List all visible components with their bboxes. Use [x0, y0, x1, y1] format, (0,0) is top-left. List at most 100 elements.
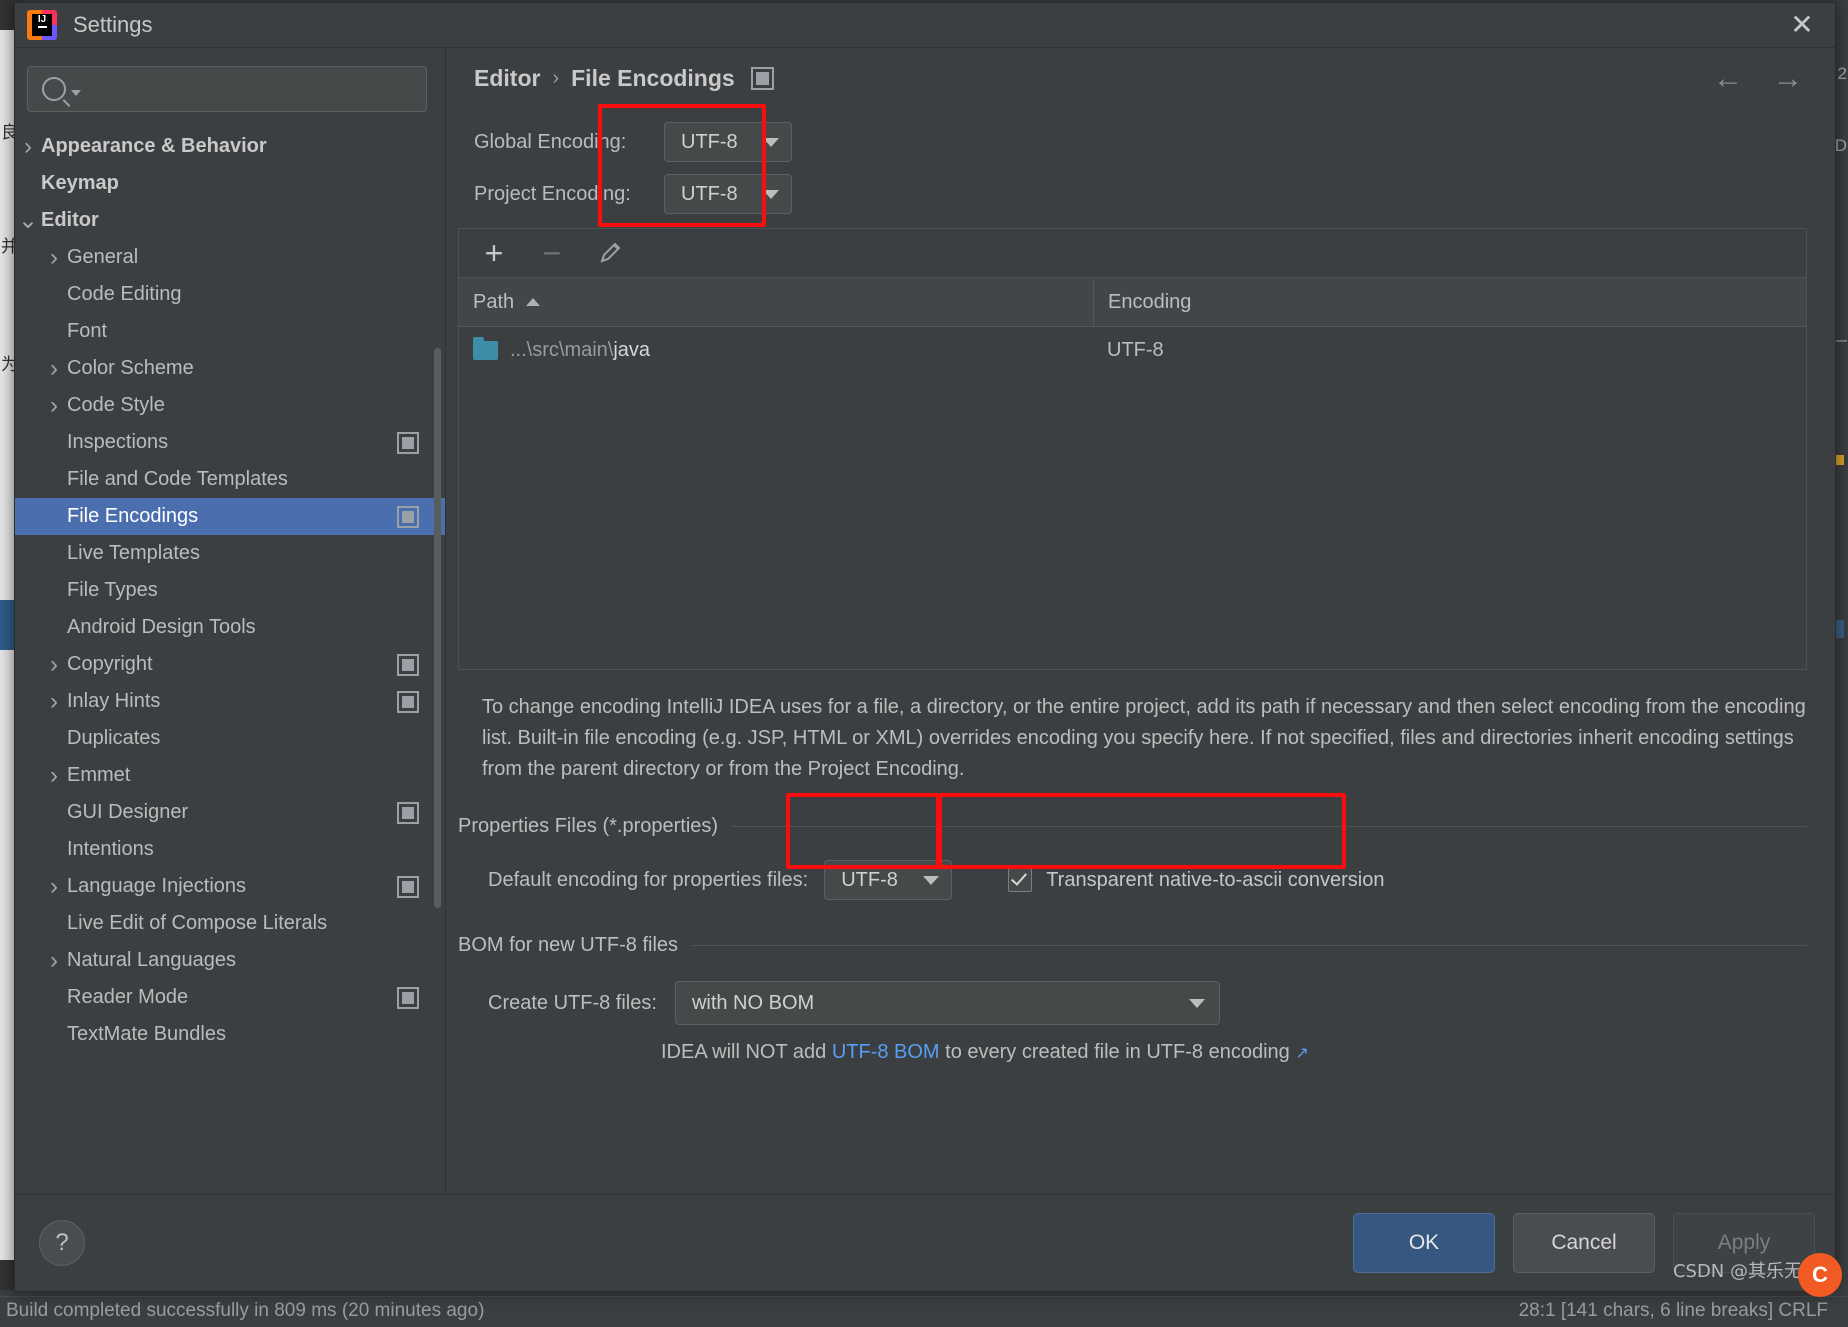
sidebar-item-reader-mode[interactable]: Reader Mode [15, 979, 445, 1016]
table-row[interactable]: ...\src\main\java UTF-8 [459, 327, 1806, 373]
breadcrumb-current: File Encodings [571, 64, 735, 91]
sidebar-item-file-encodings[interactable]: File Encodings [15, 498, 445, 535]
global-encoding-row: Global Encoding: UTF-8 [446, 122, 1835, 162]
pencil-icon[interactable] [593, 236, 627, 270]
transparent-conversion-checkbox[interactable]: Transparent native-to-ascii conversion [1008, 868, 1385, 892]
chevron-down-icon [71, 89, 81, 96]
bom-note: IDEA will NOT add UTF-8 BOM to every cre… [661, 1041, 1835, 1064]
dialog-title: Settings [73, 12, 153, 37]
add-path-button[interactable]: + [477, 236, 511, 270]
sidebar-item-label: Live Edit of Compose Literals [67, 912, 328, 934]
path-value: ...\src\main\java [510, 339, 650, 362]
settings-config-icon[interactable] [397, 690, 419, 713]
sidebar-item-label: Live Templates [67, 542, 201, 564]
sidebar-item-label: Language Injections [67, 875, 247, 897]
settings-config-icon[interactable] [397, 986, 419, 1009]
sidebar-item-label: Reader Mode [67, 986, 189, 1008]
chevron-right-icon: › [50, 243, 58, 271]
settings-tree[interactable]: › Appearance & Behavior Keymap ⌄ Editor › Gene… [15, 122, 445, 1194]
sidebar-item-editor[interactable]: ⌄ Editor [15, 202, 445, 239]
sidebar-item-code-style[interactable]: › Code Style [15, 387, 445, 424]
help-button[interactable]: ? [39, 1220, 85, 1266]
external-link-icon[interactable]: ↗ [1295, 1045, 1308, 1062]
sidebar-item-inlay-hints[interactable]: › Inlay Hints [15, 683, 445, 720]
bom-note-prefix: IDEA will NOT add [661, 1041, 832, 1063]
ok-button[interactable]: OK [1353, 1213, 1495, 1273]
sidebar-scrollbar[interactable] [434, 348, 441, 908]
sidebar-item-inspections[interactable]: Inspections [15, 424, 445, 461]
sidebar-item-label: Copyright [67, 653, 153, 675]
bg-right-char-0: 2 [1837, 64, 1847, 83]
sidebar-item-natural-languages[interactable]: › Natural Languages [15, 942, 445, 979]
column-header-encoding[interactable]: Encoding [1094, 278, 1806, 326]
folder-icon [473, 336, 498, 360]
sidebar-item-duplicates[interactable]: Duplicates [15, 720, 445, 757]
sidebar-item-general[interactable]: › General [15, 239, 445, 276]
project-encoding-label: Project Encoding: [474, 182, 631, 205]
sidebar-item-gui-designer[interactable]: GUI Designer [15, 794, 445, 831]
sidebar-item-emmet[interactable]: › Emmet [15, 757, 445, 794]
settings-sidebar: › Appearance & Behavior Keymap ⌄ Editor › Gene… [15, 48, 446, 1194]
sidebar-item-label: GUI Designer [67, 801, 189, 823]
sidebar-item-file-and-code-templates[interactable]: File and Code Templates [15, 461, 445, 498]
sidebar-item-textmate-bundles[interactable]: TextMate Bundles [15, 1016, 445, 1053]
bom-create-select[interactable]: with NO BOM [674, 981, 1220, 1025]
group-divider [732, 826, 1807, 827]
bom-note-suffix: to every created file in UTF-8 encoding [939, 1041, 1290, 1063]
chevron-right-icon: › [50, 872, 58, 900]
watermark: CSDN @其乐无穷 C [1673, 1253, 1842, 1297]
sidebar-item-code-editing[interactable]: Code Editing [15, 276, 445, 313]
forward-arrow-icon[interactable]: → [1773, 64, 1803, 94]
cancel-button[interactable]: Cancel [1513, 1213, 1655, 1273]
breadcrumb-separator: › [552, 66, 560, 89]
transparent-conversion-label: Transparent native-to-ascii conversion [1046, 868, 1385, 891]
search-icon [42, 77, 66, 101]
breadcrumb-parent[interactable]: Editor [474, 65, 540, 92]
sidebar-item-appearance-behavior[interactable]: › Appearance & Behavior [15, 128, 445, 165]
remove-path-button[interactable]: − [535, 236, 569, 270]
project-encoding-value: UTF-8 [681, 182, 738, 205]
settings-config-icon[interactable] [397, 431, 419, 454]
sidebar-item-intentions[interactable]: Intentions [15, 831, 445, 868]
table-toolbar: + − [459, 229, 1806, 278]
sidebar-item-android-design-tools[interactable]: Android Design Tools [15, 609, 445, 646]
sidebar-item-label: Inlay Hints [67, 690, 161, 712]
bom-note-link[interactable]: UTF-8 BOM [832, 1041, 940, 1063]
back-arrow-icon[interactable]: ← [1713, 64, 1743, 94]
properties-default-encoding-label: Default encoding for properties files: [488, 868, 809, 891]
sidebar-item-label: Intentions [67, 838, 154, 860]
properties-default-encoding-select[interactable]: UTF-8 [824, 860, 953, 900]
chevron-down-icon: ⌄ [17, 206, 39, 234]
column-header-path[interactable]: Path [459, 278, 1094, 326]
global-encoding-select[interactable]: UTF-8 [664, 122, 792, 162]
search-box[interactable] [27, 66, 427, 112]
bom-create-row: Create UTF-8 files: with NO BOM [488, 981, 1835, 1025]
settings-config-icon[interactable] [397, 801, 419, 824]
search-input[interactable] [81, 77, 426, 101]
sidebar-item-label: Android Design Tools [67, 616, 256, 638]
sidebar-item-file-types[interactable]: File Types [15, 572, 445, 609]
sidebar-item-label: File Encodings [67, 505, 199, 527]
sidebar-item-live-edit-of-compose-literals[interactable]: Live Edit of Compose Literals [15, 905, 445, 942]
settings-config-icon[interactable] [750, 66, 774, 90]
bom-create-value: with NO BOM [691, 991, 815, 1014]
settings-config-icon[interactable] [397, 505, 419, 528]
close-icon[interactable]: ✕ [1787, 11, 1817, 41]
sidebar-item-live-templates[interactable]: Live Templates [15, 535, 445, 572]
sidebar-item-language-injections[interactable]: › Language Injections [15, 868, 445, 905]
caret-position-text: 28:1 [141 chars, 6 line breaks] CRLF [1518, 1300, 1828, 1321]
breadcrumb: Editor › File Encodings ← → [446, 48, 1835, 108]
sidebar-item-color-scheme[interactable]: › Color Scheme [15, 350, 445, 387]
sidebar-item-label: Editor [41, 209, 99, 231]
sidebar-item-label: Keymap [41, 172, 119, 194]
sidebar-item-label: Natural Languages [67, 949, 237, 971]
chevron-down-icon [923, 875, 940, 885]
table-cell-encoding[interactable]: UTF-8 [1093, 339, 1806, 362]
settings-config-icon[interactable] [397, 653, 419, 676]
sidebar-item-font[interactable]: Font [15, 313, 445, 350]
settings-config-icon[interactable] [397, 875, 419, 898]
sidebar-item-keymap[interactable]: Keymap [15, 165, 445, 202]
sidebar-item-copyright[interactable]: › Copyright [15, 646, 445, 683]
project-encoding-select[interactable]: UTF-8 [664, 174, 792, 214]
chevron-right-icon: › [50, 650, 58, 678]
